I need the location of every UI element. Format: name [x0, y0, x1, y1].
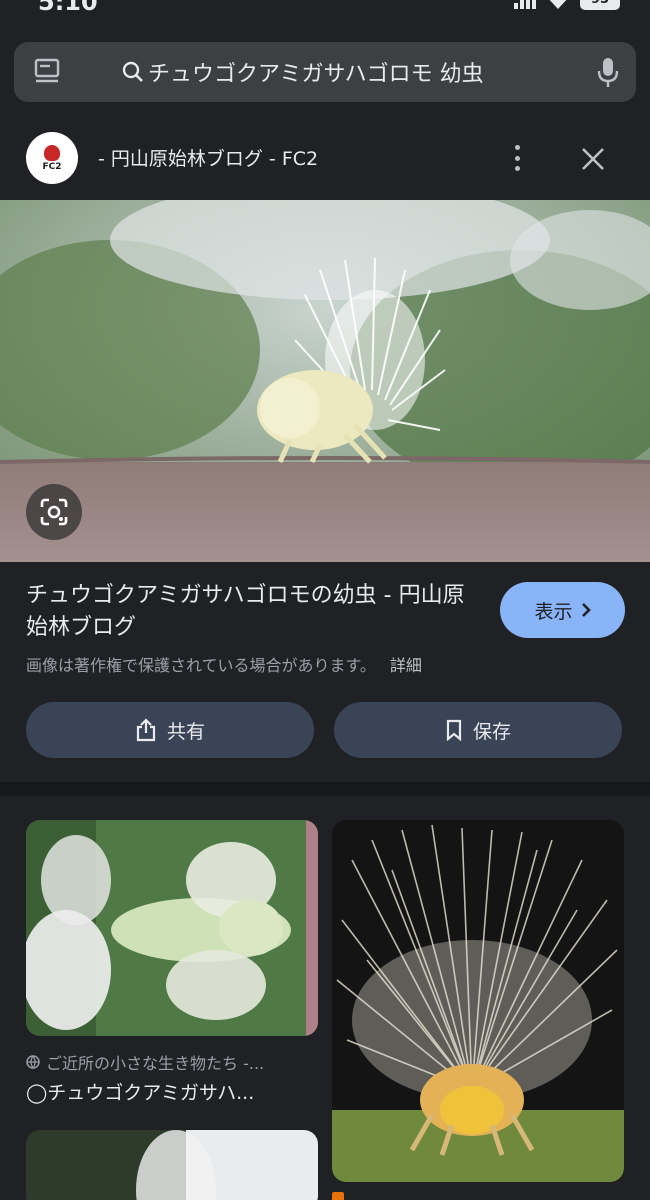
- fc2-logo-icon: [44, 144, 60, 161]
- bookmark-icon: [446, 719, 462, 741]
- lens-icon: [40, 498, 68, 526]
- related-source-text-1: ご近所の小さな生き物たち -...: [46, 1054, 265, 1073]
- close-icon[interactable]: [578, 144, 608, 174]
- wifi-icon: [549, 0, 567, 9]
- share-icon: [136, 718, 156, 742]
- related-photo-3: [26, 1130, 318, 1200]
- tabs-icon[interactable]: [34, 58, 60, 86]
- search-bar[interactable]: チュウゴクアミガサハゴロモ 幼虫: [14, 42, 636, 102]
- image-detail-panel: FC2 - 円山原始林ブログ - FC2 チュウゴクアミガサハゴロモの幼虫 - …: [0, 118, 650, 782]
- lens-button[interactable]: [26, 484, 82, 540]
- source-row: FC2 - 円山原始林ブログ - FC2: [0, 118, 650, 200]
- share-label: 共有: [166, 720, 205, 743]
- site-logo[interactable]: FC2: [26, 132, 78, 184]
- search-icon: [122, 61, 143, 82]
- related-photo-2: [332, 820, 624, 1182]
- signal-icon: [514, 0, 536, 9]
- search-query[interactable]: チュウゴクアミガサハゴロモ 幼虫: [122, 56, 484, 88]
- battery-icon: 95: [580, 0, 620, 10]
- copyright-notice: 画像は著作権で保護されている場合があります。 詳細: [26, 652, 422, 676]
- mic-icon[interactable]: [596, 56, 620, 88]
- related-image-2[interactable]: [332, 820, 624, 1182]
- status-bar: 5:10 95: [0, 0, 650, 16]
- related-photo-1: [26, 820, 318, 1036]
- more-options-icon[interactable]: [506, 142, 528, 174]
- source-title[interactable]: - 円山原始林ブログ - FC2: [98, 144, 318, 171]
- search-header: チュウゴクアミガサハゴロモ 幼虫: [0, 14, 650, 118]
- copyright-text: 画像は著作権で保護されている場合があります。: [26, 656, 376, 675]
- site-logo-text: FC2: [42, 161, 62, 172]
- save-label: 保存: [472, 720, 511, 743]
- save-button[interactable]: 保存: [334, 702, 622, 758]
- chevron-right-icon: [581, 603, 591, 617]
- main-image[interactable]: [0, 200, 650, 562]
- status-icons: 95: [514, 0, 620, 10]
- share-button[interactable]: 共有: [26, 702, 314, 758]
- related-image-1[interactable]: [26, 820, 318, 1036]
- view-button[interactable]: 表示: [500, 582, 625, 638]
- related-caption-1[interactable]: ◯チュウゴクアミガサハ...: [26, 1078, 318, 1105]
- result-title[interactable]: チュウゴクアミガサハゴロモの幼虫 - 円山原始林ブログ: [26, 580, 466, 644]
- insect-photo: [0, 200, 650, 562]
- related-source-favicon-2: [332, 1192, 344, 1200]
- globe-icon: [26, 1055, 40, 1069]
- view-button-label: 表示: [534, 600, 573, 623]
- related-source-1[interactable]: ご近所の小さな生き物たち -...: [26, 1050, 318, 1074]
- details-link[interactable]: 詳細: [390, 656, 422, 675]
- related-images: ご近所の小さな生き物たち -... ◯チュウゴクアミガサハ...: [0, 796, 650, 1200]
- related-image-3[interactable]: [26, 1130, 318, 1200]
- section-divider: [0, 782, 650, 796]
- search-query-text: チュウゴクアミガサハゴロモ 幼虫: [148, 62, 484, 87]
